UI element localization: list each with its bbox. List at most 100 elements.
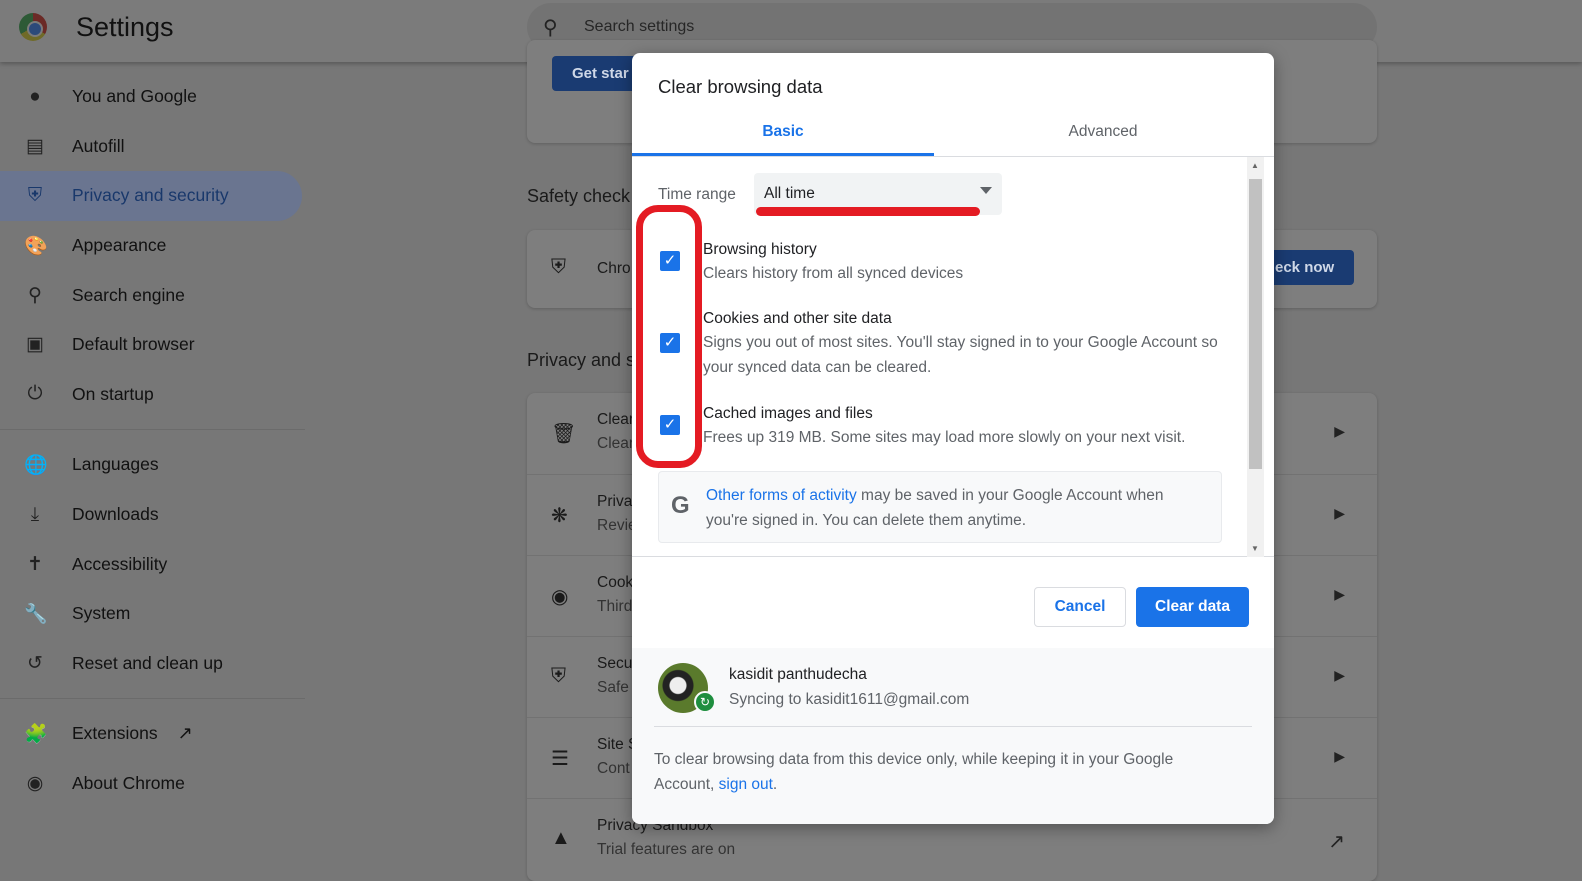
trash-icon: 🗑	[551, 423, 577, 445]
sidebar-item-label: Reset and clean up	[72, 652, 223, 673]
sidebar-item-reset[interactable]: ↺ Reset and clean up	[0, 639, 302, 689]
chrome-logo-icon	[19, 13, 47, 41]
row-subtitle: Clear	[597, 435, 635, 452]
other-forms-of-activity-link[interactable]: Other forms of activity	[706, 487, 857, 504]
safety-check-title: Safety check	[527, 186, 631, 206]
chevron-right-icon: ▶	[1334, 748, 1345, 764]
item-title: Browsing history	[703, 241, 817, 258]
cookie-icon: ◉	[551, 586, 569, 608]
chrome-icon: ◉	[26, 773, 44, 795]
sidebar-item-label: Search engine	[72, 284, 185, 305]
sidebar-item-label: System	[72, 603, 131, 624]
google-g-icon: G	[671, 492, 690, 519]
tab-advanced[interactable]: Advanced	[952, 123, 1254, 156]
item-title: Cached images and files	[703, 405, 873, 422]
scroll-up-icon[interactable]: ▲	[1251, 161, 1259, 170]
search-icon: ⚲	[543, 17, 558, 39]
sidebar-item-appearance[interactable]: 🎨 Appearance	[0, 221, 302, 271]
row-subtitle: Safe	[597, 679, 629, 696]
tune-icon: ☰	[551, 748, 569, 770]
cookies-checkbox[interactable]: ✓	[660, 333, 680, 353]
shield-check-icon: ⛨	[551, 256, 566, 278]
page-title: Settings	[76, 12, 174, 42]
item-desc: Clears history from all synced devices	[703, 265, 964, 282]
row-subtitle: Trial features are on	[597, 841, 736, 858]
sidebar-item-label: Autofill	[72, 135, 125, 156]
sidebar-item-privacy-and-security[interactable]: ⛨ Privacy and security	[0, 171, 302, 221]
sidebar-item-label: Default browser	[72, 334, 195, 355]
power-icon: ⏻	[27, 383, 43, 405]
sidebar-item-about-chrome[interactable]: ◉ About Chrome	[0, 759, 302, 809]
browsing-history-checkbox[interactable]: ✓	[660, 251, 680, 271]
account-name: kasidit panthudecha	[729, 666, 867, 683]
annotation-underline	[756, 207, 980, 216]
sidebar-item-you-and-google[interactable]: ● You and Google	[0, 72, 302, 122]
sidebar-item-default-browser[interactable]: ▣ Default browser	[0, 320, 302, 370]
sync-status: Syncing to kasidit1611@gmail.com	[729, 691, 970, 708]
globe-icon: 🌐	[24, 454, 48, 476]
row-subtitle: Revie	[597, 517, 637, 534]
footer-note-end: .	[772, 776, 778, 793]
sidebar-item-label: About Chrome	[72, 773, 185, 794]
chevron-right-icon: ▶	[1334, 505, 1345, 521]
scrollbar-thumb[interactable]	[1249, 179, 1262, 469]
history-icon: ↺	[27, 652, 43, 674]
sidebar-item-search-engine[interactable]: ⚲ Search engine	[0, 270, 302, 320]
cancel-button[interactable]: Cancel	[1034, 587, 1126, 627]
sidebar-item-accessibility[interactable]: ✝ Accessibility	[0, 539, 302, 589]
sidebar: ● You and Google ▤ Autofill ⛨ Privacy and s…	[0, 72, 305, 808]
sidebar-item-label: Downloads	[72, 504, 159, 525]
clear-data-button[interactable]: Clear data	[1136, 587, 1249, 627]
divider	[654, 726, 1252, 727]
sidebar-item-label: Extensions	[72, 723, 158, 744]
dropdown-arrow-icon	[980, 187, 992, 194]
sidebar-item-autofill[interactable]: ▤ Autofill	[0, 122, 302, 172]
row-subtitle: Cont	[597, 760, 630, 777]
dialog-scroll-area: Time range All time ✓ Browsing history C…	[632, 157, 1274, 557]
chevron-right-icon: ▶	[1334, 586, 1345, 602]
chevron-right-icon: ▶	[1334, 667, 1345, 683]
item-title: Cookies and other site data	[703, 310, 892, 327]
flask-icon: ▲	[551, 827, 571, 849]
row-title: Secu	[597, 655, 633, 672]
row-subtitle: Third	[597, 598, 633, 615]
search-placeholder: Search settings	[584, 18, 695, 35]
tab-basic[interactable]: Basic	[632, 123, 934, 156]
divider	[0, 429, 305, 431]
row-title: Cook	[597, 574, 634, 591]
sidebar-item-label: You and Google	[72, 86, 197, 107]
sidebar-item-languages[interactable]: 🌐 Languages	[0, 440, 302, 490]
wrench-icon: 🔧	[24, 603, 48, 625]
item-desc: Signs you out of most sites. You'll stay…	[703, 334, 1218, 376]
clipboard-icon: ▤	[26, 135, 44, 157]
palette-icon: 🎨	[24, 235, 48, 257]
chevron-right-icon: ▶	[1334, 423, 1345, 439]
cached-images-checkbox[interactable]: ✓	[660, 415, 680, 435]
google-activity-notice: G Other forms of activity may be saved i…	[658, 471, 1222, 543]
clear-browsing-data-dialog: Clear browsing data Basic Advanced Time …	[632, 53, 1274, 824]
sidebar-item-extensions[interactable]: 🧩 Extensions ↗	[0, 709, 302, 759]
browser-icon: ▣	[26, 334, 44, 356]
privacy-section-title: Privacy and s	[527, 350, 636, 370]
time-range-label: Time range	[658, 186, 736, 203]
account-footer: ↻ kasidit panthudecha Syncing to kasidit…	[632, 648, 1274, 824]
sidebar-item-downloads[interactable]: ⤓ Downloads	[0, 490, 302, 540]
download-icon: ⤓	[30, 503, 40, 525]
sidebar-item-system[interactable]: 🔧 System	[0, 589, 302, 639]
row-title: Priva	[597, 493, 633, 510]
sign-out-link[interactable]: sign out	[719, 776, 773, 793]
scrollbar[interactable]: ▲ ▼	[1247, 157, 1264, 557]
search-icon: ⚲	[28, 284, 42, 306]
time-range-value: All time	[764, 185, 815, 202]
scroll-down-icon[interactable]: ▼	[1251, 544, 1259, 553]
sidebar-item-on-startup[interactable]: ⏻ On startup	[0, 370, 302, 420]
person-icon: ●	[29, 85, 41, 107]
footer-note: To clear browsing data from this device …	[654, 747, 1234, 797]
sidebar-item-label: Appearance	[72, 235, 167, 256]
sidebar-item-label: Privacy and security	[72, 185, 229, 206]
sidebar-item-label: Languages	[72, 454, 159, 475]
shield-icon: ⛨	[27, 184, 43, 206]
sync-icon: ↻	[694, 691, 716, 713]
dialog-title: Clear browsing data	[658, 76, 823, 97]
item-desc: Frees up 319 MB. Some sites may load mor…	[703, 429, 1186, 446]
